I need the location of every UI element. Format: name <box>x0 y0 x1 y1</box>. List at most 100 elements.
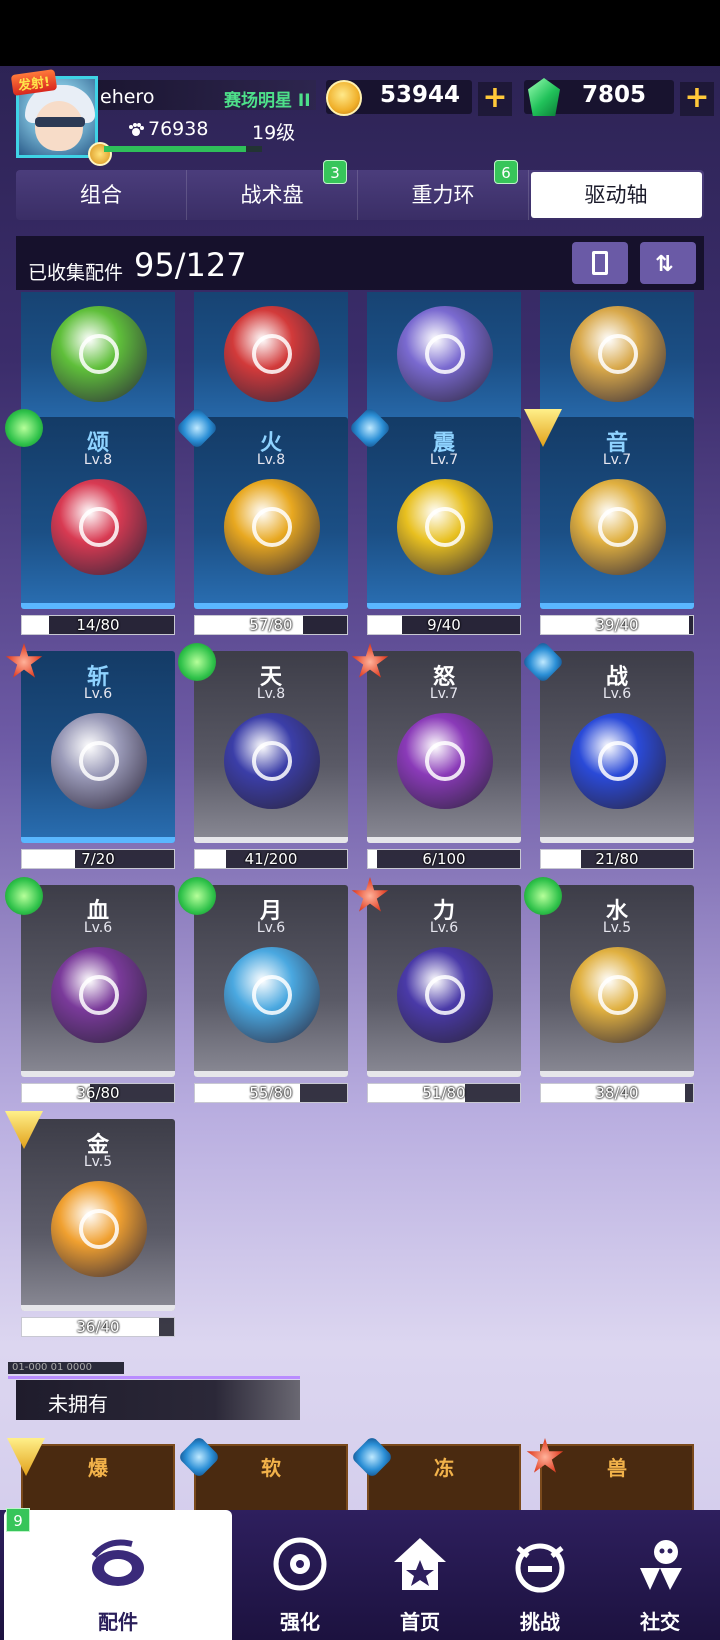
part-level: Lv.6 <box>602 686 632 702</box>
part-progress-text: 6/100 <box>422 850 466 868</box>
part-card[interactable]: 颂 Lv.8 14/80 <box>5 409 175 637</box>
green-attribute-icon <box>524 877 562 915</box>
tab-drive-shaft[interactable]: 驱动轴 <box>531 172 702 218</box>
parts-grid: 3/10046/8024/8058/80颂Lv.814/80火Lv.857/80… <box>0 292 720 1509</box>
part-card-frame <box>540 292 694 436</box>
nav-badge: 9 <box>6 1508 30 1532</box>
sort-button[interactable]: ⇅ <box>640 242 696 284</box>
player-name: ehero <box>100 86 155 108</box>
nav-label: 挑战 <box>520 1610 560 1634</box>
part-card[interactable]: 战 Lv.6 21/80 <box>521 640 694 871</box>
social-icon <box>640 1540 682 1590</box>
part-progress-text: 21/80 <box>595 850 639 868</box>
part-card-frame: 战 Lv.6 <box>540 651 694 843</box>
part-card-frame: 怒 Lv.7 <box>367 651 521 843</box>
category-tabs: 组合 战术盘 3 重力环 6 驱动轴 <box>16 160 704 220</box>
part-level: Lv.6 <box>256 920 286 936</box>
part-card[interactable]: 火 Lv.8 57/80 <box>175 406 348 637</box>
add-gem-button[interactable]: + <box>680 82 714 116</box>
unowned-part-name: 兽 <box>607 1456 627 1480</box>
unowned-part-card[interactable]: 软 <box>177 1435 348 1514</box>
unowned-small-text: 01-000 01 0000 <box>8 1362 124 1374</box>
nav-label: 强化 <box>280 1610 320 1634</box>
green-attribute-icon <box>5 409 43 447</box>
part-progress-bar: 9/40 <box>367 615 521 635</box>
paw-icon <box>129 123 144 136</box>
part-card-frame: 颂 Lv.8 <box>21 417 175 609</box>
drive-shaft-part-image <box>51 713 147 809</box>
part-card[interactable]: 天 Lv.8 41/200 <box>178 643 348 871</box>
part-card[interactable]: 斩 Lv.6 7/20 <box>5 643 175 871</box>
drive-shaft-part-image <box>51 947 147 1043</box>
add-gold-button[interactable]: + <box>478 82 512 116</box>
player-avatar[interactable]: 发射! <box>10 69 112 166</box>
nav-label: 首页 <box>400 1610 440 1634</box>
part-progress-text: 51/80 <box>422 1084 466 1102</box>
gold-amount: 53944 <box>380 82 461 108</box>
nav-parts[interactable]: 配件 <box>4 1510 232 1640</box>
part-level: Lv.8 <box>256 686 286 702</box>
nav-home[interactable]: 首页 <box>360 1510 480 1640</box>
gold-coin-icon <box>326 80 362 116</box>
nav-enhance[interactable]: 强化 <box>240 1510 360 1640</box>
drive-shaft-part-image <box>570 479 666 575</box>
part-card-frame <box>194 292 348 436</box>
unowned-part-card[interactable]: 爆 <box>7 1438 175 1514</box>
collection-label: 已收集配件 <box>28 262 124 284</box>
part-level: Lv.6 <box>429 920 459 936</box>
drive-shaft-part-image <box>570 713 666 809</box>
unowned-section-header: 01-000 01 0000 未拥有 <box>8 1362 300 1420</box>
part-progress-bar: 6/100 <box>367 849 521 869</box>
part-level: Lv.6 <box>83 686 113 702</box>
unowned-part-card[interactable]: 冻 <box>350 1435 521 1514</box>
part-card[interactable]: 金 Lv.5 36/40 <box>5 1111 175 1339</box>
filter-button[interactable] <box>572 242 628 284</box>
home-icon <box>394 1538 446 1590</box>
drive-shaft-part-image <box>224 713 320 809</box>
tab-badge: 6 <box>494 160 518 184</box>
tab-tactic-disc[interactable]: 战术盘 3 <box>187 160 358 220</box>
part-progress-bar: 7/20 <box>21 849 175 869</box>
part-card[interactable]: 音 Lv.7 39/40 <box>524 409 694 637</box>
unowned-part-card[interactable]: 兽 <box>526 1438 694 1514</box>
player-power: 76938 <box>148 118 209 140</box>
tab-gravity-ring[interactable]: 重力环 6 <box>358 160 529 220</box>
part-progress-bar: 36/40 <box>21 1317 175 1337</box>
part-card-frame: 音 Lv.7 <box>540 417 694 609</box>
part-progress-text: 7/20 <box>81 850 115 868</box>
tab-combo[interactable]: 组合 <box>16 170 187 220</box>
part-level: Lv.8 <box>83 452 113 468</box>
part-level: Lv.8 <box>256 452 286 468</box>
part-card[interactable]: 月 Lv.6 55/80 <box>178 877 348 1105</box>
part-progress-text: 14/80 <box>76 616 120 634</box>
part-progress-text: 36/40 <box>76 1318 120 1336</box>
player-rank: 赛场明星 II <box>224 91 311 111</box>
drive-shaft-part-image <box>397 947 493 1043</box>
green-attribute-icon <box>5 877 43 915</box>
exp-bar <box>104 146 262 152</box>
part-progress-text: 55/80 <box>249 1084 293 1102</box>
drive-shaft-part-image <box>570 947 666 1043</box>
part-card[interactable]: 血 Lv.6 36/80 <box>5 877 175 1105</box>
challenge-icon <box>515 1543 565 1593</box>
green-attribute-icon <box>178 643 216 681</box>
drive-shaft-part-image <box>224 947 320 1043</box>
nav-challenge[interactable]: 挑战 <box>480 1510 600 1640</box>
part-card[interactable]: 震 Lv.7 9/40 <box>348 406 521 637</box>
filter-icon <box>592 251 608 275</box>
part-progress-bar: 57/80 <box>194 615 348 635</box>
part-progress-text: 57/80 <box>249 616 293 634</box>
unowned-part-name: 冻 <box>434 1456 454 1480</box>
part-progress-bar: 55/80 <box>194 1083 348 1103</box>
part-progress-bar: 36/80 <box>21 1083 175 1103</box>
part-progress-text: 38/40 <box>595 1084 639 1102</box>
part-card-frame: 力 Lv.6 <box>367 885 521 1077</box>
nav-social[interactable]: 社交 <box>600 1510 720 1640</box>
part-level: Lv.7 <box>602 452 632 468</box>
part-progress-text: 39/40 <box>595 616 639 634</box>
part-card[interactable]: 水 Lv.5 38/40 <box>524 877 694 1105</box>
part-level: Lv.5 <box>83 1154 113 1170</box>
part-card[interactable]: 怒 Lv.7 6/100 <box>351 643 521 871</box>
part-progress-bar: 21/80 <box>540 849 694 869</box>
part-card[interactable]: 力 Lv.6 51/80 <box>351 877 521 1105</box>
